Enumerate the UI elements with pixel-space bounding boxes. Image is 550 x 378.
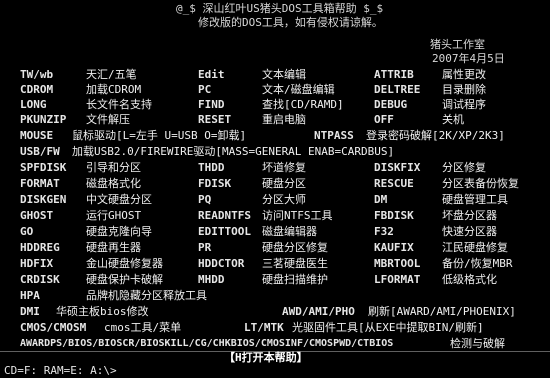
cmd-pq: PQ <box>198 193 212 206</box>
dos-screen: @_$ 深山红叶US猪头DOS工具箱帮助 $_$ 修改版的DOS工具，如有侵权请… <box>0 0 550 378</box>
cmd-dm: DM <box>374 193 388 206</box>
desc-pc: 文本/磁盘编辑 <box>262 83 335 96</box>
cmd-lformat: LFORMAT <box>374 273 421 286</box>
desc-mbrtool: 备份/恢复MBR <box>442 257 513 270</box>
cmd-fdisk: FDISK <box>198 177 232 190</box>
desc-hddreg: 硬盘再生器 <box>86 241 141 254</box>
subtitle-line: 修改版的DOS工具，如有侵权请谅解。 <box>198 16 383 29</box>
cmd-find: FIND <box>198 98 225 111</box>
date-label: 2007年4月5日 <box>432 52 505 65</box>
desc-pr: 硬盘分区修复 <box>262 241 328 254</box>
cmd-f32: F32 <box>374 225 394 238</box>
cmd-awd-ami-pho: AWD/AMI/PHO <box>282 305 355 318</box>
cmd-reset: RESET <box>198 113 232 126</box>
desc-long: 长文件名支持 <box>86 98 152 111</box>
cmd-hdfix: HDFIX <box>20 257 54 270</box>
desc-mouse: 鼠标驱动[L=左手 U=USB O=卸载] <box>72 129 247 142</box>
desc-find: 查找[CD/RAMD] <box>262 98 344 111</box>
desc-lt-mtk: 光驱固件工具[从EXE中提取BIN/刷新] <box>292 321 484 334</box>
cmd-hddctor: HDDCTOR <box>198 257 245 270</box>
desc-tw-wb: 天汇/五笔 <box>86 68 137 81</box>
cmd-usb-fw: USB/FW <box>20 145 60 158</box>
desc-thdd: 坏道修复 <box>262 161 306 174</box>
cmd-pr: PR <box>198 241 212 254</box>
desc-go: 硬盘克隆向导 <box>86 225 152 238</box>
cmd-cdrom: CDROM <box>20 83 54 96</box>
desc-fdisk: 硬盘分区 <box>262 177 306 190</box>
desc-hdfix: 金山硬盘修复器 <box>86 257 163 270</box>
cmd-off: OFF <box>374 113 394 126</box>
desc-dm: 硬盘管理工具 <box>442 193 508 206</box>
desc-reset: 重启电脑 <box>262 113 306 126</box>
desc-usb-fw: 加载USB2.0/FIREWIRE驱动[MASS=GENERAL ENAB=CA… <box>72 145 395 158</box>
cmd-deltree: DELTREE <box>374 83 421 96</box>
cmd-kaufix: KAUFIX <box>374 241 414 254</box>
desc-awardps: 检测与破解 <box>450 337 505 350</box>
desc-spfdisk: 引导和分区 <box>86 161 141 174</box>
desc-lformat: 低级格式化 <box>442 273 497 286</box>
cmd-tw-wb: TW/wb <box>20 68 54 81</box>
cmd-go: GO <box>20 225 34 238</box>
cmd-edit: Edit <box>198 68 225 81</box>
desc-diskgen: 中文硬盘分区 <box>86 193 152 206</box>
cmd-crdisk: CRDISK <box>20 273 60 286</box>
desc-awd-ami-pho: 刷新[AWARD/AMI/PHOENIX] <box>368 305 516 318</box>
cmd-diskfix: DISKFIX <box>374 161 421 174</box>
cmd-format: FORMAT <box>20 177 60 190</box>
desc-kaufix: 江民硬盘修复 <box>442 241 508 254</box>
cmd-rescue: RESCUE <box>374 177 414 190</box>
cmd-debug: DEBUG <box>374 98 408 111</box>
desc-cmos: cmos工具/菜单 <box>104 321 182 334</box>
desc-ghost: 运行GHOST <box>86 209 142 222</box>
cmd-long: LONG <box>20 98 47 111</box>
desc-deltree: 目录删除 <box>442 83 486 96</box>
desc-edit: 文本编辑 <box>262 68 306 81</box>
cmd-readntfs: READNTFS <box>198 209 251 222</box>
desc-readntfs: 访问NTFS工具 <box>262 209 333 222</box>
desc-format: 磁盘格式化 <box>86 177 141 190</box>
cmd-awardps: AWARDPS/BIOS/BIOSCR/BIOSKILL/CG/CHKBIOS/… <box>20 338 394 349</box>
title-line: @_$ 深山红叶US猪头DOS工具箱帮助 $_$ <box>176 2 384 15</box>
desc-off: 关机 <box>442 113 464 126</box>
cmd-mbrtool: MBRTOOL <box>374 257 421 270</box>
cmd-diskgen: DISKGEN <box>20 193 67 206</box>
desc-dmi: 华硕主板bios修改 <box>56 305 149 318</box>
desc-fbdisk: 坏盘分区器 <box>442 209 497 222</box>
cmd-ghost: GHOST <box>20 209 54 222</box>
desc-hpa: 品牌机隐藏分区释放工具 <box>86 289 207 302</box>
desc-attrib: 属性更改 <box>442 68 486 81</box>
cmd-ntpass: NTPASS <box>314 129 354 142</box>
desc-pkunzip: 文件解压 <box>86 113 130 126</box>
desc-f32: 快速分区器 <box>442 225 497 238</box>
cmd-hddreg: HDDREG <box>20 241 60 254</box>
desc-ntpass: 登录密码破解[2K/XP/2K3] <box>366 129 505 142</box>
cmd-pc: PC <box>198 83 212 96</box>
desc-edittool: 磁盘编辑器 <box>262 225 317 238</box>
desc-debug: 调试程序 <box>442 98 486 111</box>
desc-crdisk: 硬盘保护卡破解 <box>86 273 163 286</box>
cmd-mouse: MOUSE <box>20 129 54 142</box>
cmd-spfdisk: SPFDISK <box>20 161 67 174</box>
cmd-attrib: ATTRIB <box>374 68 414 81</box>
desc-mhdd: 硬盘扫描维护 <box>262 273 328 286</box>
desc-diskfix: 分区修复 <box>442 161 486 174</box>
cmd-dmi: DMI <box>20 305 40 318</box>
cmd-thdd: THDD <box>198 161 225 174</box>
desc-hddctor: 三茗硬盘医生 <box>262 257 328 270</box>
help-hint: 【H打开本帮助】 <box>224 351 308 364</box>
cmd-cmos: CMOS/CMOSM <box>20 321 87 334</box>
cmd-pkunzip: PKUNZIP <box>20 113 67 126</box>
cmd-lt-mtk: LT/MTK <box>244 321 284 334</box>
desc-pq: 分区大师 <box>262 193 306 206</box>
cmd-hpa: HPA <box>20 289 40 302</box>
desc-rescue: 分区表备份恢复 <box>442 177 519 190</box>
cmd-edittool: EDITTOOL <box>198 225 251 238</box>
desc-cdrom: 加载CDROM <box>86 83 142 96</box>
studio-label: 猪头工作室 <box>430 38 485 51</box>
cmd-mhdd: MHDD <box>198 273 225 286</box>
command-prompt[interactable]: CD=F: RAM=E: A:\> <box>4 364 117 378</box>
cmd-fbdisk: FBDISK <box>374 209 414 222</box>
